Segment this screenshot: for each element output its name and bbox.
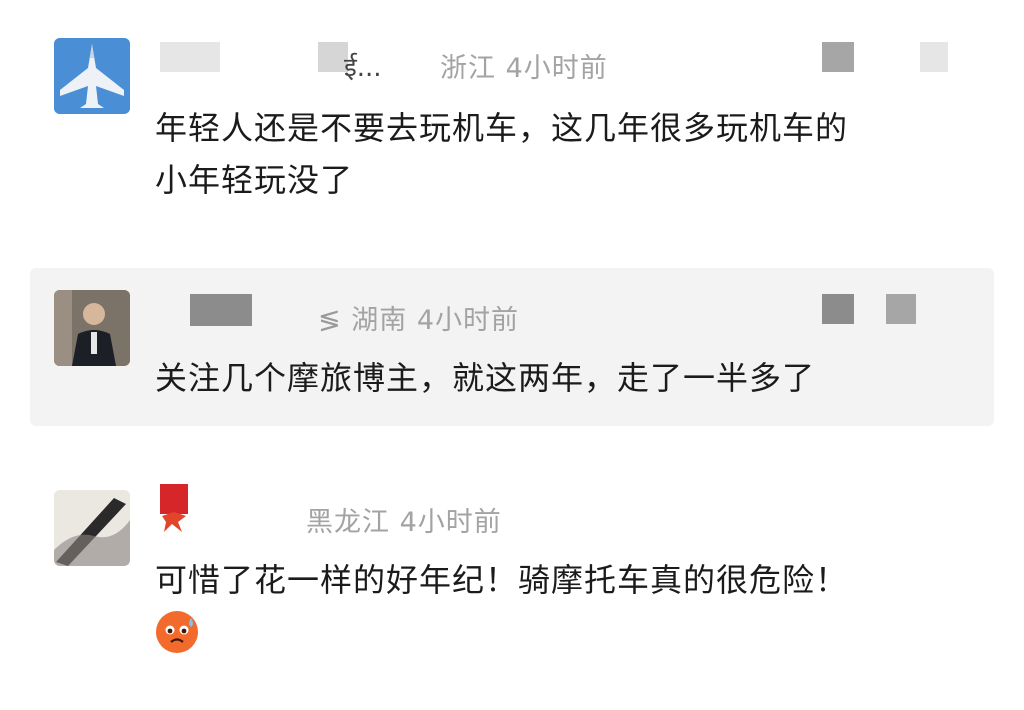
brush-painting-icon xyxy=(54,490,130,566)
redacted-count xyxy=(886,294,916,324)
sad-sweat-emoji-icon xyxy=(155,610,199,654)
timestamp: 4小时前 xyxy=(505,53,608,84)
comment-text-line: 小年轻玩没了 xyxy=(155,161,354,199)
comment-meta: 浙江 4小时前 xyxy=(440,46,608,85)
comment-item[interactable]: 黑龙江 4小时前 可惜了花一样的好年纪！骑摩托车真的很危险！ xyxy=(0,470,1024,710)
comment-item[interactable]: ई... 浙江 4小时前 年轻人还是不要去玩机车，这几年很多玩机车的 小年轻玩没… xyxy=(0,0,1024,255)
comment-text-line: 可惜了花一样的好年纪！骑摩托车真的很危险！ xyxy=(155,561,849,599)
avatar[interactable] xyxy=(54,38,130,114)
comment-text-line: 年轻人还是不要去玩机车，这几年很多玩机车的 xyxy=(155,109,849,147)
name-truncation: ई... xyxy=(344,53,382,83)
redacted-like-icon xyxy=(822,294,854,324)
timestamp: 4小时前 xyxy=(416,305,519,336)
timestamp: 4小时前 xyxy=(399,507,502,538)
location-label: 浙江 xyxy=(440,53,496,84)
avatar[interactable] xyxy=(54,490,130,566)
redacted-like-icon xyxy=(822,42,854,72)
comment-meta: 黑龙江 4小时前 xyxy=(306,500,502,539)
red-flag-badge-icon xyxy=(160,482,190,536)
comment-text-line: 关注几个摩旅博主，就这两年，走了一半多了 xyxy=(155,359,816,397)
redacted-name xyxy=(190,294,252,326)
comment-item-highlighted[interactable]: ≶ 湖南 4小时前 关注几个摩旅博主，就这两年，走了一半多了 xyxy=(30,268,994,426)
comment-meta: ≶ 湖南 4小时前 xyxy=(318,298,519,337)
person-photo-icon xyxy=(54,290,130,366)
location-label: 黑龙江 xyxy=(306,507,390,538)
location-label: 湖南 xyxy=(351,305,408,336)
redacted-count xyxy=(920,42,948,72)
fighter-jet-icon xyxy=(54,38,130,114)
avatar[interactable] xyxy=(54,290,130,366)
level-icon: ≶ xyxy=(318,305,342,336)
redacted-name xyxy=(160,42,220,72)
